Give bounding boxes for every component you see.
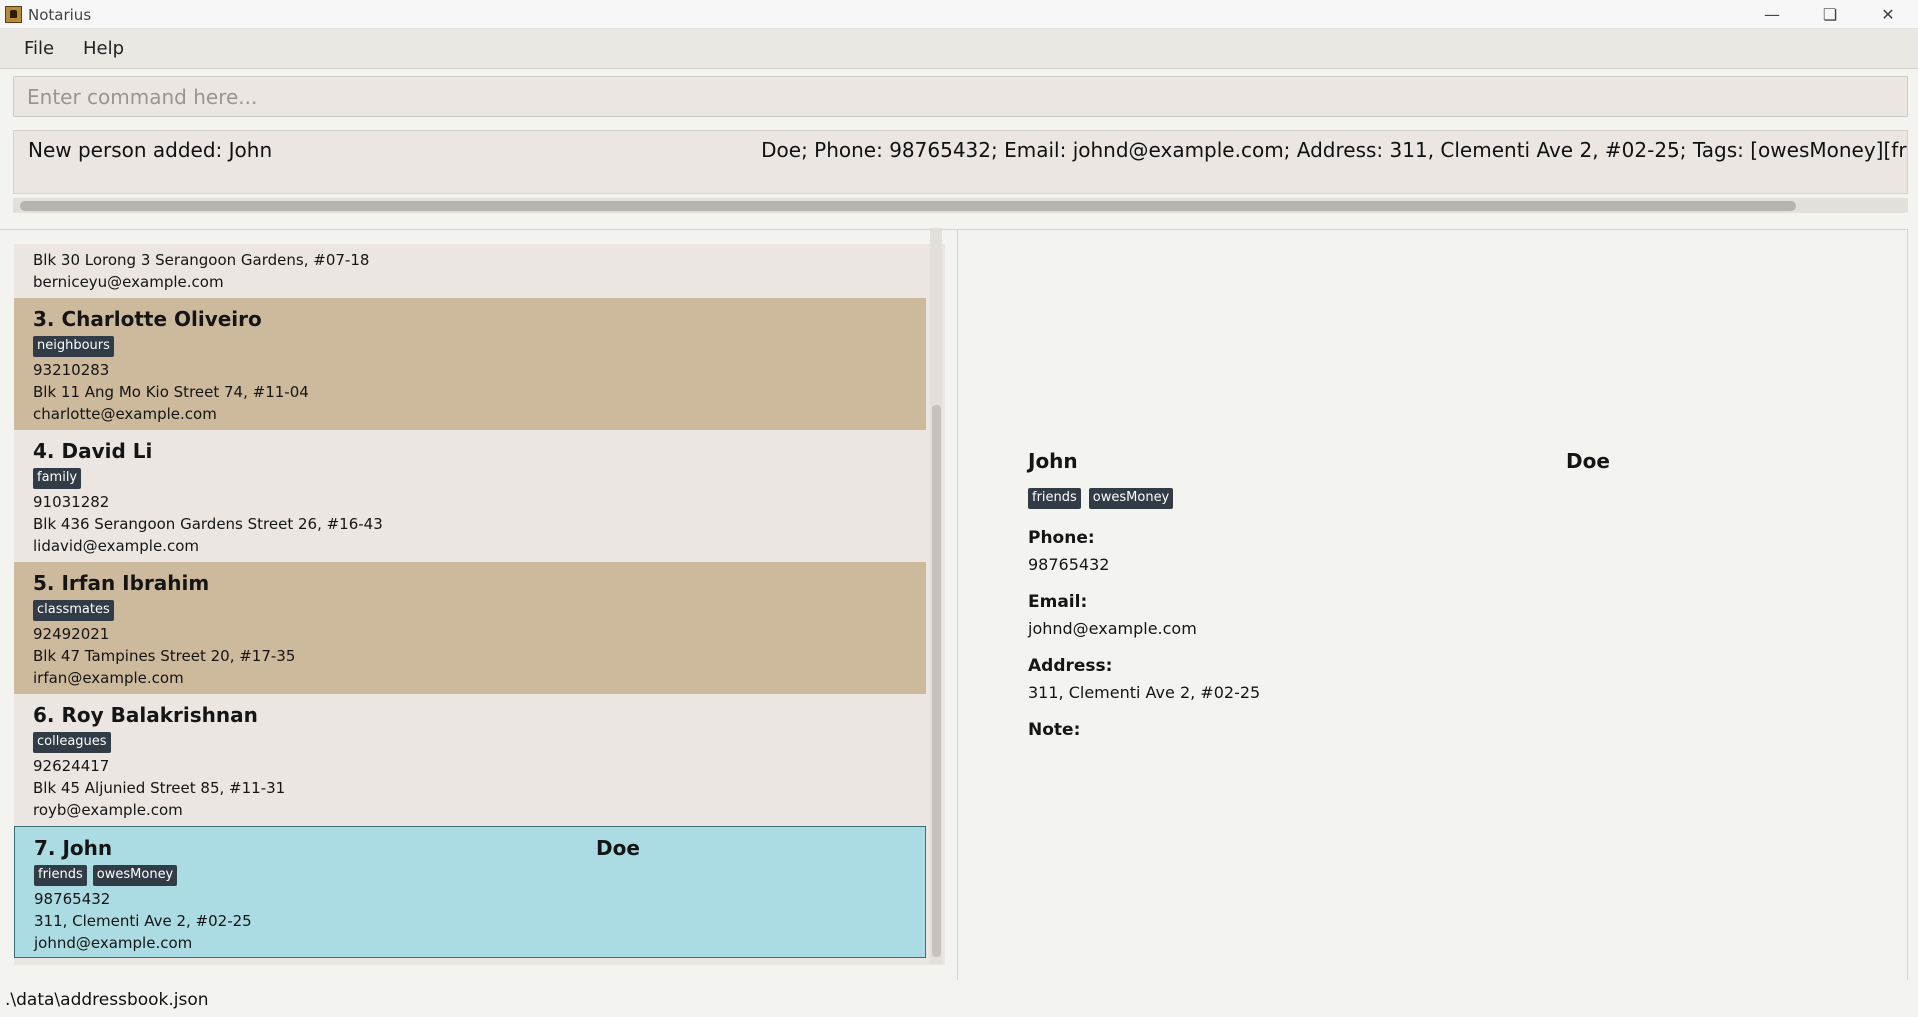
command-input[interactable] <box>14 77 1907 116</box>
tag: friends <box>34 865 87 886</box>
person-list[interactable]: 99272758 Blk 30 Lorong 3 Serangoon Garde… <box>14 244 945 965</box>
result-scrollbar-thumb[interactable] <box>20 201 1796 211</box>
person-email: johnd@example.com <box>34 934 193 952</box>
menu-help[interactable]: Help <box>79 37 128 61</box>
detail-email-label: Email: <box>1028 592 1088 612</box>
person-card-5[interactable]: 5. Irfan Ibrahim classmates 92492021 Blk… <box>14 562 926 694</box>
person-list-scrollbar[interactable] <box>930 228 942 964</box>
detail-email: johnd@example.com <box>1028 619 1197 638</box>
tag: colleagues <box>33 732 111 753</box>
person-address: 311, Clementi Ave 2, #02-25 <box>34 912 252 930</box>
person-address: Blk 45 Aljunied Street 85, #11-31 <box>33 779 286 797</box>
person-email: lidavid@example.com <box>33 537 199 555</box>
app-icon <box>5 6 22 23</box>
person-card-3[interactable]: 3. Charlotte Oliveiro neighbours 9321028… <box>14 298 926 430</box>
result-display[interactable]: New person added: John Doe; Phone: 987654… <box>13 130 1908 194</box>
person-name: 7. John Doe <box>34 836 640 860</box>
person-email: irfan@example.com <box>33 669 184 687</box>
tag: neighbours <box>33 336 114 357</box>
person-phone: 98765432 <box>34 890 111 908</box>
person-name: 4. David Li <box>33 439 153 463</box>
person-email: charlotte@example.com <box>33 405 217 423</box>
detail-phone: 98765432 <box>1028 555 1110 574</box>
tag: owesMoney <box>1088 488 1174 509</box>
title-bar: Notarius — ❏ ✕ <box>0 0 1918 29</box>
person-phone: 92492021 <box>33 625 110 643</box>
person-tags: classmates <box>33 600 114 622</box>
person-tags: friends owesMoney <box>34 865 178 887</box>
tag: owesMoney <box>92 865 178 886</box>
person-name: 5. Irfan Ibrahim <box>33 571 210 595</box>
person-address: Blk 30 Lorong 3 Serangoon Gardens, #07-1… <box>33 251 370 269</box>
person-phone: 91031282 <box>33 493 110 511</box>
person-tags: family <box>33 468 82 490</box>
person-tags: neighbours <box>33 336 114 358</box>
person-address: Blk 11 Ang Mo Kio Street 74, #11-04 <box>33 383 309 401</box>
tag: classmates <box>33 600 114 621</box>
result-horizontal-scrollbar[interactable] <box>13 198 1908 213</box>
close-button[interactable]: ✕ <box>1859 0 1917 29</box>
result-text-part2: Doe; Phone: 98765432; Email: johnd@examp… <box>761 138 1907 162</box>
status-bar: .\data\addressbook.json <box>0 985 1918 1017</box>
tag: family <box>33 468 82 489</box>
person-card-2[interactable]: 99272758 Blk 30 Lorong 3 Serangoon Garde… <box>14 244 926 298</box>
minimize-button[interactable]: — <box>1743 0 1801 29</box>
result-text: New person added: John Doe; Phone: 987654… <box>28 138 1907 162</box>
person-phone: 92624417 <box>33 757 110 775</box>
result-text-part1: New person added: John <box>28 138 273 162</box>
person-email: royb@example.com <box>33 801 183 819</box>
person-address: Blk 47 Tampines Street 20, #17-35 <box>33 647 296 665</box>
detail-address-label: Address: <box>1028 656 1113 676</box>
person-card-6[interactable]: 6. Roy Balakrishnan colleagues 92624417 … <box>14 694 926 826</box>
person-card-4[interactable]: 4. David Li family 91031282 Blk 436 Sera… <box>14 430 926 562</box>
detail-tags: friends owesMoney <box>1028 488 1174 509</box>
person-first-name: 7. John <box>34 836 113 860</box>
detail-phone-label: Phone: <box>1028 528 1095 548</box>
person-tags: colleagues <box>33 732 111 754</box>
person-phone: 93210283 <box>33 361 110 379</box>
person-phone: 99272758 <box>33 244 109 247</box>
person-address: Blk 436 Serangoon Gardens Street 26, #16… <box>33 515 383 533</box>
person-card-7-selected[interactable]: 7. John Doe friends owesMoney 98765432 31… <box>14 826 926 958</box>
person-name: 3. Charlotte Oliveiro <box>33 307 262 331</box>
menu-bar: File Help <box>0 29 1918 69</box>
window-title: Notarius <box>28 6 92 24</box>
person-detail-panel: John Doe friends owesMoney Phone: 987654… <box>958 229 1908 980</box>
restore-button[interactable]: ❏ <box>1801 0 1859 29</box>
detail-note-label: Note: <box>1028 720 1081 740</box>
person-email: berniceyu@example.com <box>33 273 224 291</box>
command-box <box>13 76 1908 117</box>
detail-address: 311, Clementi Ave 2, #02-25 <box>1028 683 1261 702</box>
person-name: 6. Roy Balakrishnan <box>33 703 258 727</box>
tag: friends <box>1028 488 1081 509</box>
save-file-path: .\data\addressbook.json <box>5 990 209 1010</box>
menu-file[interactable]: File <box>20 37 58 61</box>
person-last-name: Doe <box>596 836 640 860</box>
person-list-panel: 99272758 Blk 30 Lorong 3 Serangoon Garde… <box>0 229 958 980</box>
person-list-scrollbar-thumb[interactable] <box>932 405 941 957</box>
detail-first-name: John <box>1028 449 1078 473</box>
detail-last-name: Doe <box>1566 449 1610 473</box>
